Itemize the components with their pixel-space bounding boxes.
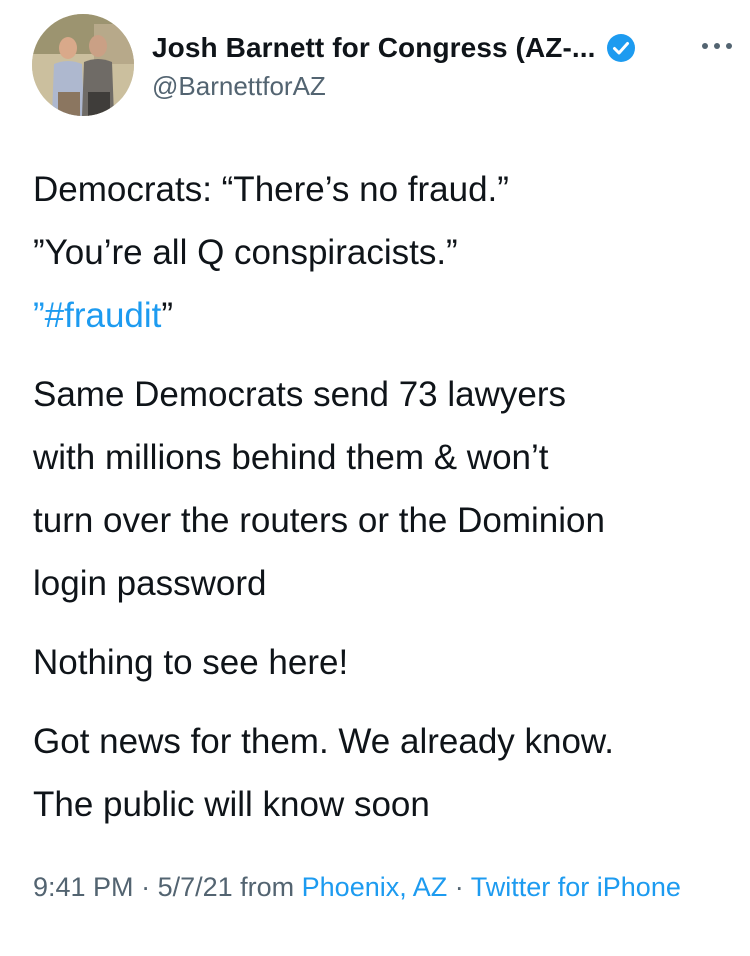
from-label: from (232, 872, 302, 902)
separator: · (447, 872, 471, 902)
tweet-line: Democrats: “There’s no fraud.” (33, 170, 509, 209)
avatar[interactable] (32, 14, 134, 116)
author-names: Josh Barnett for Congress (AZ-... @Barne… (152, 30, 672, 102)
display-name-row: Josh Barnett for Congress (AZ-... (152, 30, 672, 66)
dot (726, 43, 732, 49)
tweet-time[interactable]: 9:41 PM (33, 872, 134, 902)
location-link[interactable]: Phoenix, AZ (302, 872, 448, 902)
tweet-line: ”#fraudit” (33, 284, 733, 347)
profile-photo-icon (32, 14, 134, 116)
source-link[interactable]: Twitter for iPhone (471, 872, 681, 902)
tweet-line: Nothing to see here! (33, 643, 349, 682)
hashtag-fraudit[interactable]: #fraudit (45, 296, 162, 335)
verified-badge-icon (606, 33, 636, 63)
separator: · (133, 872, 158, 902)
tweet-header: Josh Barnett for Congress (AZ-... @Barne… (32, 14, 732, 118)
tweet-line: with millions behind them & won’t (33, 438, 549, 477)
tweet-date[interactable]: 5/7/21 (158, 872, 233, 902)
tweet-line: turn over the routers or the Dominion (33, 501, 605, 540)
dot (702, 43, 708, 49)
more-options-icon[interactable] (702, 40, 732, 52)
tweet-line: Same Democrats send 73 lawyers (33, 375, 566, 414)
tweet-metadata: 9:41 PM · 5/7/21 from Phoenix, AZ · Twit… (33, 866, 693, 909)
author-handle[interactable]: @BarnettforAZ (152, 70, 672, 102)
tweet-line: ”You’re all Q conspiracists.” (33, 233, 458, 272)
dot (714, 43, 720, 49)
tweet-line: The public will know soon (33, 785, 430, 824)
tweet-line: login password (33, 564, 267, 603)
tweet-text: Democrats: “There’s no fraud.” ”You’re a… (33, 158, 733, 836)
hashtag-quote-open: ” (33, 296, 45, 335)
quote-close: ” (161, 296, 174, 335)
tweet-line: Got news for them. We already know. (33, 722, 615, 761)
display-name[interactable]: Josh Barnett for Congress (AZ-... (152, 32, 596, 64)
